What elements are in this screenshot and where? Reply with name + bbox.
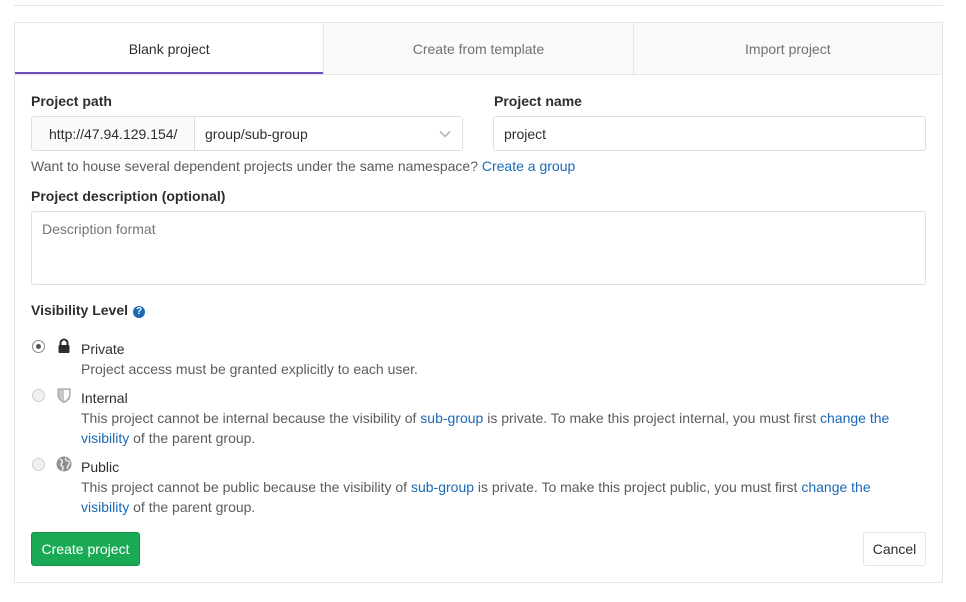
visibility-internal-desc: This project cannot be internal because … — [81, 408, 911, 448]
visibility-private-title: Private — [81, 341, 125, 357]
globe-icon — [56, 456, 72, 472]
shield-icon — [56, 387, 72, 404]
chevron-down-icon — [438, 127, 452, 141]
project-path-group: http://47.94.129.154/ group/sub-group — [31, 116, 463, 151]
visibility-level-label: Visibility Level? — [31, 302, 146, 318]
question-circle-icon[interactable]: ? — [133, 305, 146, 318]
create-project-button[interactable]: Create project — [31, 532, 140, 566]
namespace-help-text: Want to house several dependent projects… — [31, 158, 575, 174]
internal-desc-part1: This project cannot be internal because … — [81, 410, 417, 426]
project-description-input[interactable] — [31, 211, 926, 285]
visibility-public-desc: This project cannot be public because th… — [81, 477, 911, 517]
new-project-panel: Blank project Create from template Impor… — [14, 22, 943, 583]
visibility-private-desc: Project access must be granted explicitl… — [81, 361, 418, 377]
cancel-button[interactable]: Cancel — [863, 532, 926, 566]
visibility-public-radio[interactable] — [32, 458, 45, 471]
public-desc-part3: of the parent group. — [133, 499, 256, 515]
tab-create-from-template[interactable]: Create from template — [323, 23, 633, 74]
top-divider — [14, 5, 943, 6]
path-prefix: http://47.94.129.154/ — [32, 117, 195, 150]
tab-blank-project[interactable]: Blank project — [15, 23, 324, 74]
project-name-label: Project name — [494, 93, 582, 109]
public-subgroup-link[interactable]: sub-group — [411, 479, 474, 495]
visibility-level-text: Visibility Level — [31, 302, 129, 318]
visibility-private-radio[interactable] — [32, 340, 45, 353]
create-group-link[interactable]: Create a group — [482, 158, 575, 174]
lock-icon — [56, 338, 72, 354]
visibility-internal-title: Internal — [81, 390, 128, 406]
visibility-internal-radio[interactable] — [32, 389, 45, 402]
tab-import-project[interactable]: Import project — [632, 23, 942, 74]
public-desc-part2: is private. To make this project public,… — [477, 479, 798, 495]
visibility-public-title: Public — [81, 459, 120, 475]
internal-desc-part3: of the parent group. — [133, 430, 256, 446]
namespace-select[interactable]: group/sub-group — [195, 117, 462, 150]
namespace-help-copy: Want to house several dependent projects… — [31, 158, 478, 174]
project-tabs: Blank project Create from template Impor… — [15, 23, 942, 75]
internal-desc-part2: is private. To make this project interna… — [487, 410, 817, 426]
public-desc-part1: This project cannot be public because th… — [81, 479, 408, 495]
project-description-label: Project description (optional) — [31, 188, 226, 204]
project-name-input[interactable] — [493, 116, 926, 151]
project-path-label: Project path — [31, 93, 112, 109]
internal-subgroup-link[interactable]: sub-group — [420, 410, 483, 426]
namespace-select-value: group/sub-group — [205, 125, 308, 142]
